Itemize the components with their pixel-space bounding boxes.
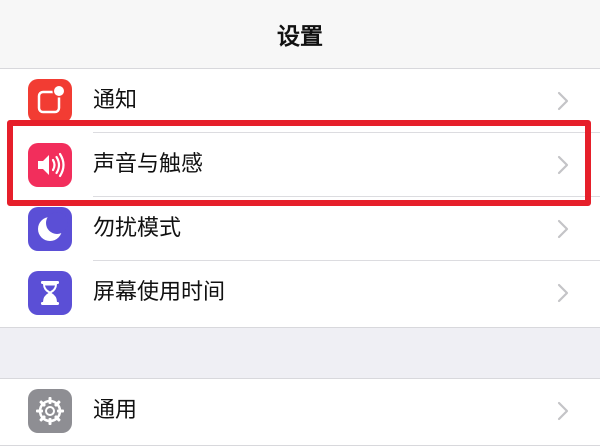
settings-item-sounds-haptics[interactable]: 声音与触感 xyxy=(0,133,600,197)
settings-item-label: 声音与触感 xyxy=(93,152,204,177)
settings-item-screen-time[interactable]: 屏幕使用时间 xyxy=(0,261,600,325)
chevron-right-icon xyxy=(556,219,570,239)
page-title: 设置 xyxy=(277,24,323,50)
chevron-right-icon xyxy=(556,91,570,111)
notifications-icon xyxy=(28,79,72,123)
settings-item-label: 勿扰模式 xyxy=(93,216,182,241)
settings-group-1: 通知 声音与触感 勿扰模式 屏幕使用时间 xyxy=(0,69,600,328)
chevron-right-icon xyxy=(556,155,570,175)
navigation-bar: 设置 xyxy=(0,0,600,69)
settings-group-2: 通用 xyxy=(0,378,600,446)
settings-item-notifications[interactable]: 通知 xyxy=(0,69,600,133)
chevron-right-icon xyxy=(556,401,570,421)
gear-icon xyxy=(28,389,72,433)
settings-item-label: 通用 xyxy=(93,398,138,423)
settings-item-general[interactable]: 通用 xyxy=(0,379,600,443)
moon-icon xyxy=(28,207,72,251)
settings-item-label: 通知 xyxy=(93,88,138,113)
hourglass-icon xyxy=(28,271,72,315)
sound-icon xyxy=(28,143,72,187)
chevron-right-icon xyxy=(556,283,570,303)
settings-item-do-not-disturb[interactable]: 勿扰模式 xyxy=(0,197,600,261)
settings-item-label: 屏幕使用时间 xyxy=(93,280,226,305)
